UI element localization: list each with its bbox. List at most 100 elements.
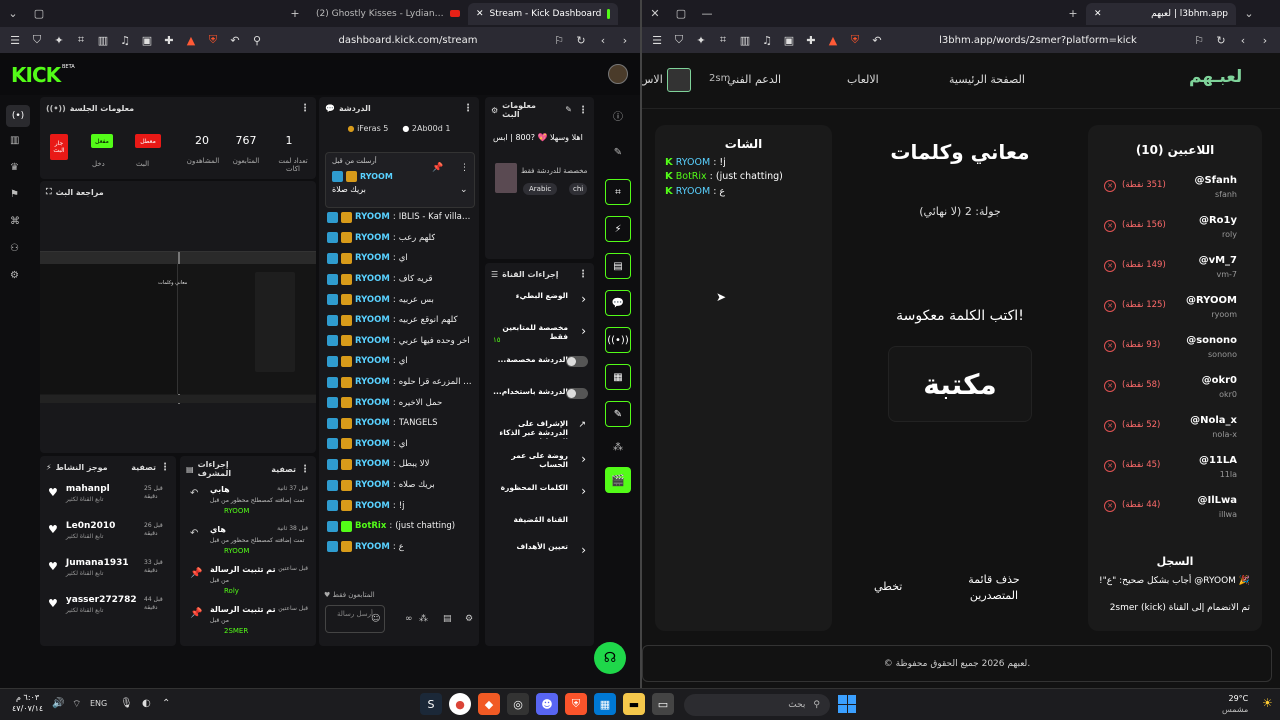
store-icon[interactable]: ▤ <box>443 614 452 624</box>
remove-player-icon[interactable]: ✕ <box>1104 500 1116 512</box>
chat-message[interactable]: RYOOM: اي <box>319 248 475 269</box>
chevron-up-icon[interactable]: ⌃ <box>162 698 170 709</box>
pinned-user[interactable]: RYOOM <box>360 172 393 181</box>
reader-icon[interactable]: ↶ <box>868 31 886 49</box>
mod-action-user[interactable]: RYOOM <box>224 547 249 555</box>
toggle-switch[interactable] <box>566 356 588 367</box>
chevron-down-icon[interactable]: ⌄ <box>460 185 468 195</box>
remove-player-icon[interactable]: ✕ <box>1104 420 1116 432</box>
channel-action-item[interactable]: الوضع البطيء › <box>485 288 594 317</box>
edit-icon[interactable]: ✎ <box>608 142 628 162</box>
chat-username[interactable]: RYOOM <box>355 315 390 325</box>
pinned-message[interactable]: أرسلت من قبل RYOOM بريك صلاة 📌 ⋮ ⌄ <box>325 152 475 208</box>
broadcast-button[interactable]: ((•)) <box>605 327 631 353</box>
bookmark-icon[interactable]: ⚐ <box>1190 31 1208 49</box>
player-row[interactable]: ✕ (149 نقطة) @vM_7 vm-7 <box>1102 254 1252 290</box>
external-link-icon[interactable]: ↗ <box>578 420 586 430</box>
shield-icon[interactable]: ⛉ <box>670 31 688 49</box>
undo-icon[interactable]: ↶ <box>190 488 198 499</box>
disabled-button[interactable]: معطل <box>135 134 161 148</box>
rewards-icon[interactable]: ▲ <box>182 31 200 49</box>
minimize-window-icon[interactable]: — <box>694 3 720 25</box>
skip-button[interactable]: تخطي <box>874 580 902 593</box>
close-icon[interactable]: ✕ <box>1094 9 1102 19</box>
mod-action-user[interactable]: Roly <box>224 587 239 595</box>
player-row[interactable]: ✕ (58 نقطة) @okr0 okr0 <box>1102 374 1252 410</box>
chrome-icon[interactable]: ● <box>449 693 471 715</box>
chat-username[interactable]: RYOOM <box>355 480 390 490</box>
more-options-icon[interactable]: ⋮ <box>160 462 170 473</box>
reload-icon[interactable]: ↻ <box>572 31 590 49</box>
store-icon[interactable]: ▦ <box>594 693 616 715</box>
speaker-icon[interactable]: 🔊 <box>52 698 64 709</box>
chat-message[interactable]: RYOOM: لالا يبطل <box>319 454 475 475</box>
brave-icon[interactable]: ⛨ <box>565 693 587 715</box>
chat-message[interactable]: RYOOM: كلهم رعب <box>319 228 475 249</box>
window-menu-icon[interactable]: ▢ <box>26 3 52 25</box>
extension-icon[interactable]: ✦ <box>50 31 68 49</box>
remove-player-icon[interactable]: ✕ <box>1104 300 1116 312</box>
tab-l3bhm[interactable]: ✕ لعبهم | l3bhm.app <box>1086 2 1236 25</box>
chat-username[interactable]: RYOOM <box>355 418 390 428</box>
bolt-button[interactable]: ⚡ <box>605 216 631 242</box>
address-bar[interactable]: l3bhm.app/words/2smer?platform=kick <box>890 35 1186 46</box>
player-row[interactable]: ✕ (44 نقطة) @IlLwa illwa <box>1102 494 1252 530</box>
menu-icon[interactable]: ☰ <box>6 31 24 49</box>
channel-action-item[interactable]: الكلمات المحظورة › <box>485 480 594 509</box>
stream-icon[interactable]: (•) <box>6 105 30 127</box>
mod-action-user[interactable]: 2SMER <box>224 627 248 635</box>
bookmark-icon[interactable]: ⚐ <box>550 31 568 49</box>
more-options-icon[interactable]: ⋮ <box>463 103 473 114</box>
chat-message[interactable]: RYOOM: قريه كاف <box>319 269 475 290</box>
filter-button[interactable]: تصفية <box>271 465 296 474</box>
obs-icon[interactable]: ◎ <box>507 693 529 715</box>
chevron-right-icon[interactable]: › <box>581 452 586 466</box>
sidebar-icon[interactable]: ▥ <box>94 31 112 49</box>
infinity-icon[interactable]: ∞ <box>405 614 413 624</box>
wallet-icon[interactable]: ▣ <box>780 31 798 49</box>
enabled-button[interactable]: مفعل <box>91 134 113 148</box>
rewards-icon[interactable]: ▲ <box>824 31 842 49</box>
back-icon[interactable]: ‹ <box>594 31 612 49</box>
extension-icon[interactable]: ✦ <box>692 31 710 49</box>
pin-icon[interactable]: 📌 <box>190 568 202 579</box>
puzzle-icon[interactable]: ✚ <box>160 31 178 49</box>
player-row[interactable]: ✕ (52 نقطة) @Nola_x nola-x <box>1102 414 1252 450</box>
trophy-icon[interactable]: ♛ <box>10 162 19 173</box>
chat-username[interactable]: RYOOM <box>355 398 390 408</box>
chat-message[interactable]: RYOOM: بس عربيه <box>319 289 475 310</box>
nav-support[interactable]: الدعم الفني <box>727 73 781 86</box>
channel-action-item[interactable]: القناة المُضيفة <box>485 512 594 536</box>
language-indicator[interactable]: ENG <box>90 699 107 708</box>
chat-message[interactable]: RYOOM: بريك صلاه <box>319 475 475 496</box>
chevron-right-icon[interactable]: › <box>581 292 586 306</box>
more-options-icon[interactable]: ⋮ <box>300 103 310 114</box>
chat-username[interactable]: RYOOM <box>355 295 390 305</box>
chevron-right-icon[interactable]: › <box>581 324 586 338</box>
clock[interactable]: ٦:٠٣ م ٤٧/٠٧/١٤ <box>12 692 43 714</box>
pin-icon[interactable]: 📌 <box>190 608 202 619</box>
chat-username[interactable]: RYOOM <box>355 542 390 552</box>
steam-icon[interactable]: S <box>420 693 442 715</box>
address-bar[interactable]: dashboard.kick.com/stream <box>270 35 546 46</box>
category-thumbnail[interactable] <box>495 163 517 193</box>
live-status-button[interactable]: جار البث <box>50 134 68 160</box>
user-handle[interactable]: 2sm <box>709 73 730 84</box>
close-window-icon[interactable]: ✕ <box>642 3 668 25</box>
kicks-icon[interactable]: ⁂ <box>419 614 428 624</box>
forward-icon[interactable]: › <box>1256 31 1274 49</box>
chat-username[interactable]: RYOOM <box>355 253 390 263</box>
chat-username[interactable]: RYOOM <box>355 212 390 222</box>
windows-start-icon[interactable] <box>838 695 856 713</box>
avatar[interactable] <box>608 64 628 84</box>
chat-username[interactable]: RYOOM <box>355 377 390 387</box>
kick-logo[interactable]: KICK <box>11 63 61 87</box>
remove-player-icon[interactable]: ✕ <box>1104 380 1116 392</box>
steam-tray-icon[interactable]: ◐ <box>142 698 151 709</box>
moderation-icon[interactable]: ⌘ <box>10 216 20 227</box>
community-icon[interactable]: ⚑ <box>10 189 19 200</box>
wallet-icon[interactable]: ▣ <box>138 31 156 49</box>
pin-icon[interactable]: 📌 <box>432 163 443 173</box>
more-options-icon[interactable]: ⋮ <box>578 269 588 280</box>
channel-action-item[interactable]: روضة على عمر الحساب › <box>485 448 594 477</box>
